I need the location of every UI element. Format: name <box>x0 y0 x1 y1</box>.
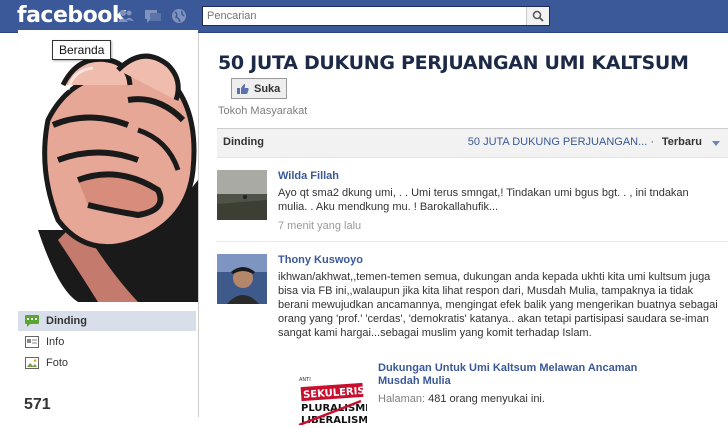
sidebar-item-info[interactable]: Info <box>18 332 196 352</box>
shared-page-meta-key: Halaman: <box>378 393 426 405</box>
tab-wall[interactable]: Dinding <box>223 136 264 148</box>
page-title: 50 JUTA DUKUNG PERJUANGAN UMI KALTSUM <box>218 52 689 74</box>
search-box <box>202 6 550 26</box>
post-text: ikhwan/akhwat,,temen-temen semua, dukung… <box>278 271 718 339</box>
photo-icon <box>24 356 40 370</box>
wall-post: Wilda Fillah Ayo qt sma2 dkung umi, . . … <box>217 170 728 240</box>
wall-tab-bar: Dinding 50 JUTA DUKUNG PERJUANGAN... · T… <box>217 128 728 158</box>
wall-post: Thony Kuswoyo ikhwan/akhwat,,temen-temen… <box>217 254 728 427</box>
sidebar-item-label: Dinding <box>46 315 87 327</box>
shared-page-title[interactable]: Dukungan Untuk Umi Kaltsum Melawan Ancam… <box>378 362 678 388</box>
search-input[interactable] <box>203 7 521 25</box>
profile-picture-fist[interactable] <box>18 30 198 302</box>
home-tooltip: Beranda <box>52 40 112 60</box>
avatar[interactable] <box>217 170 267 220</box>
sidebar-item-photos[interactable]: Foto <box>18 353 196 373</box>
messages-icon[interactable] <box>144 8 162 24</box>
facebook-logo[interactable]: facebook <box>17 3 127 28</box>
likes-count: 571 <box>24 396 51 413</box>
page-category: Tokoh Masyarakat <box>218 105 308 117</box>
shared-page-thumbnail[interactable]: ANTI SEKULERISME PLURALISME LIBERALISME <box>295 367 382 427</box>
post-author[interactable]: Thony Kuswoyo <box>278 254 363 266</box>
post-timestamp[interactable]: 7 menit yang lalu <box>278 220 361 232</box>
post-divider <box>217 241 728 242</box>
top-navigation-bar: facebook <box>0 0 728 33</box>
shared-page-meta: Halaman: 481 orang menyukai ini. <box>378 393 545 405</box>
sort-dropdown[interactable]: Terbaru <box>662 136 702 148</box>
wall-icon <box>24 314 40 328</box>
notifications-globe-icon[interactable] <box>170 8 188 24</box>
svg-text:ANTI: ANTI <box>299 377 311 383</box>
post-text: Ayo qt sma2 dkung umi, . . Umi terus smn… <box>278 187 689 213</box>
sidebar-item-label: Foto <box>46 357 69 369</box>
post-author[interactable]: Wilda Fillah <box>278 170 339 182</box>
like-button-label: Suka <box>254 82 281 95</box>
sidebar-item-label: Info <box>46 336 65 348</box>
shared-page-meta-value: 481 orang menyukai ini. <box>428 393 545 405</box>
like-button[interactable]: Suka <box>231 78 288 99</box>
thumbs-up-icon <box>237 83 249 94</box>
info-icon <box>24 335 40 349</box>
chevron-down-icon[interactable] <box>712 141 720 146</box>
sidebar-item-wall[interactable]: Dinding <box>18 311 196 331</box>
avatar[interactable] <box>217 254 267 304</box>
search-icon <box>532 10 544 22</box>
friend-requests-icon[interactable] <box>117 8 135 24</box>
wall-filter-link[interactable]: 50 JUTA DUKUNG PERJUANGAN... · <box>468 136 654 148</box>
search-button[interactable] <box>526 7 549 25</box>
column-divider <box>198 33 199 417</box>
